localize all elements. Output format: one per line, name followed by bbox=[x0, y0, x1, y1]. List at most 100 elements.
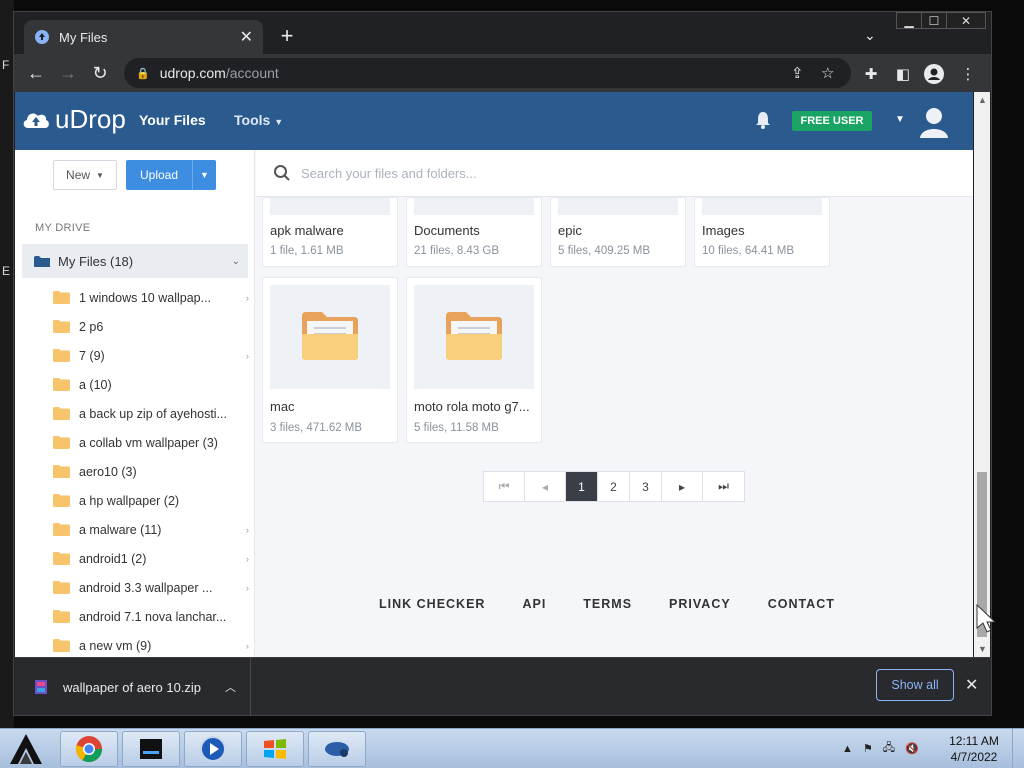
sidebar-folder-item[interactable]: a malware (11) › bbox=[53, 515, 249, 544]
footer-link-api[interactable]: API bbox=[522, 597, 546, 611]
tray-expand-icon[interactable]: ▲ bbox=[842, 743, 853, 755]
footer-link-checker[interactable]: LINK CHECKER bbox=[379, 597, 485, 611]
prev-page-icon[interactable]: ◂ bbox=[525, 472, 566, 501]
folder-thumbnail bbox=[558, 198, 678, 215]
show-desktop-button[interactable] bbox=[1012, 729, 1024, 768]
share-icon[interactable]: ⇪ bbox=[791, 64, 804, 82]
sidebar-folder-item[interactable]: android 3.3 wallpaper ... › bbox=[53, 573, 249, 602]
taskbar-windows-explorer[interactable] bbox=[246, 731, 304, 767]
system-tray: ▲ ⚑ 🖧 🔇 bbox=[842, 739, 919, 758]
sidebar-folder-item[interactable]: android 7.1 nova lanchar... bbox=[53, 602, 249, 631]
search-input[interactable] bbox=[301, 165, 701, 181]
close-window-button[interactable]: ✕ bbox=[946, 12, 986, 29]
folder-card[interactable]: moto rola moto g7... 5 files, 11.58 MB bbox=[406, 277, 542, 443]
forward-arrow-icon[interactable]: → bbox=[52, 57, 84, 89]
folder-meta: 5 files, 409.25 MB bbox=[558, 245, 651, 257]
sidebar-folder-item[interactable]: a hp wallpaper (2) bbox=[53, 486, 249, 515]
footer-link-privacy[interactable]: PRIVACY bbox=[669, 597, 731, 611]
upload-options-caret-icon[interactable]: ▼ bbox=[192, 160, 216, 190]
page-button[interactable]: 1 bbox=[566, 472, 598, 501]
footer-link-contact[interactable]: CONTACT bbox=[768, 597, 835, 611]
browser-tab[interactable]: My Files ✕ bbox=[24, 20, 263, 54]
folder-thumbnail bbox=[414, 198, 534, 215]
account-caret-icon[interactable]: ▼ bbox=[895, 114, 905, 125]
side-panel-icon[interactable]: ◧ bbox=[891, 62, 915, 86]
footer-link-terms[interactable]: TERMS bbox=[583, 597, 632, 611]
tab-search-chevron-icon[interactable]: ⌄ bbox=[864, 27, 876, 44]
sidebar-folder-item[interactable]: 1 windows 10 wallpap... › bbox=[53, 283, 249, 312]
start-logo-icon[interactable] bbox=[6, 732, 46, 766]
taskbar-app[interactable] bbox=[308, 731, 366, 767]
udrop-logo[interactable]: uDrop bbox=[21, 104, 126, 135]
extensions-puzzle-icon[interactable]: ✚ bbox=[859, 62, 883, 86]
new-button[interactable]: New ▼ bbox=[53, 160, 117, 190]
chevron-down-icon[interactable]: ⌄ bbox=[232, 256, 240, 267]
pagination: ⏮ ◂ 1 2 3 ▸ ⏭ bbox=[483, 471, 745, 502]
folder-label: a collab vm wallpaper (3) bbox=[79, 435, 218, 450]
sidebar-folder-item[interactable]: a new vm (9) › bbox=[53, 631, 249, 657]
folder-card[interactable]: apk malware 1 file, 1.61 MB bbox=[262, 197, 398, 267]
nav-your-files[interactable]: Your Files bbox=[139, 112, 206, 128]
taskbar-chrome-app[interactable] bbox=[60, 731, 118, 767]
new-tab-button[interactable]: + bbox=[274, 23, 300, 49]
nav-tools[interactable]: Tools ▼ bbox=[234, 112, 283, 128]
chevron-right-icon[interactable]: › bbox=[246, 293, 249, 303]
action-center-flag-icon[interactable]: ⚑ bbox=[863, 742, 873, 755]
upload-button[interactable]: Upload ▼ bbox=[126, 160, 216, 190]
first-page-icon[interactable]: ⏮ bbox=[484, 472, 525, 501]
new-button-label: New bbox=[66, 168, 91, 182]
sidebar-folder-item[interactable]: a (10) bbox=[53, 370, 249, 399]
page-button[interactable]: 3 bbox=[630, 472, 662, 501]
browser-menu-icon[interactable]: ⋮ bbox=[956, 62, 980, 86]
folder-icon bbox=[53, 407, 70, 420]
sidebar-folder-item[interactable]: a collab vm wallpaper (3) bbox=[53, 428, 249, 457]
chevron-right-icon[interactable]: › bbox=[246, 554, 249, 564]
bookmark-star-icon[interactable]: ☆ bbox=[821, 64, 834, 82]
folder-card[interactable]: Images 10 files, 64.41 MB bbox=[694, 197, 830, 267]
close-shelf-icon[interactable]: ✕ bbox=[965, 675, 978, 695]
taskbar-app[interactable] bbox=[122, 731, 180, 767]
last-page-icon[interactable]: ⏭ bbox=[703, 472, 744, 501]
network-icon[interactable]: 🖧 bbox=[883, 739, 895, 758]
scroll-down-icon[interactable]: ▼ bbox=[978, 644, 987, 654]
sidebar-folder-item[interactable]: 2 p6 bbox=[53, 312, 249, 341]
chevron-right-icon[interactable]: › bbox=[246, 641, 249, 651]
sidebar-folder-item[interactable]: aero10 (3) bbox=[53, 457, 249, 486]
chevron-right-icon[interactable]: › bbox=[246, 351, 249, 361]
folder-card[interactable]: Documents 21 files, 8.43 GB bbox=[406, 197, 542, 267]
download-item[interactable]: wallpaper of aero 10.zip ︿ bbox=[15, 658, 251, 716]
user-avatar-icon[interactable] bbox=[917, 104, 951, 138]
folder-card[interactable]: epic 5 files, 409.25 MB bbox=[550, 197, 686, 267]
folder-card[interactable]: mac 3 files, 471.62 MB bbox=[262, 277, 398, 443]
scroll-up-icon[interactable]: ▲ bbox=[978, 95, 987, 105]
folder-icon bbox=[53, 610, 70, 623]
chevron-up-icon[interactable]: ︿ bbox=[225, 679, 236, 695]
upload-button-label: Upload bbox=[139, 168, 179, 182]
taskbar-clock[interactable]: 12:11 AM 4/7/2022 bbox=[944, 733, 1004, 765]
profile-icon[interactable] bbox=[922, 62, 946, 86]
minimize-button[interactable]: ▁ bbox=[896, 12, 922, 29]
sidebar-folder-item[interactable]: 7 (9) › bbox=[53, 341, 249, 370]
sidebar-folder-item[interactable]: a back up zip of ayehosti... bbox=[53, 399, 249, 428]
next-page-icon[interactable]: ▸ bbox=[662, 472, 703, 501]
show-all-button[interactable]: Show all bbox=[876, 669, 954, 701]
maximize-button[interactable]: ☐ bbox=[921, 12, 947, 29]
media-player-icon bbox=[200, 736, 226, 762]
chevron-right-icon[interactable]: › bbox=[246, 583, 249, 593]
clock-time: 12:11 AM bbox=[949, 734, 999, 748]
volume-muted-icon[interactable]: 🔇 bbox=[905, 742, 919, 755]
close-tab-icon[interactable]: ✕ bbox=[240, 27, 253, 47]
sidebar-item-my-files[interactable]: My Files (18) ⌄ bbox=[22, 244, 248, 278]
folder-label: 1 windows 10 wallpap... bbox=[79, 290, 212, 305]
address-bar[interactable]: 🔒 udrop.com/account ⇪ ☆ bbox=[124, 58, 851, 88]
lock-icon[interactable]: 🔒 bbox=[136, 67, 150, 80]
page-scrollbar[interactable]: ▲ ▼ bbox=[974, 92, 990, 657]
clock-date: 4/7/2022 bbox=[950, 750, 998, 764]
reload-icon[interactable]: ↻ bbox=[84, 57, 116, 89]
sidebar-folder-item[interactable]: android1 (2) › bbox=[53, 544, 249, 573]
taskbar-media-player[interactable] bbox=[184, 731, 242, 767]
chevron-right-icon[interactable]: › bbox=[246, 525, 249, 535]
page-button[interactable]: 2 bbox=[598, 472, 630, 501]
notification-bell-icon[interactable] bbox=[753, 110, 773, 130]
back-arrow-icon[interactable]: ← bbox=[20, 57, 52, 89]
